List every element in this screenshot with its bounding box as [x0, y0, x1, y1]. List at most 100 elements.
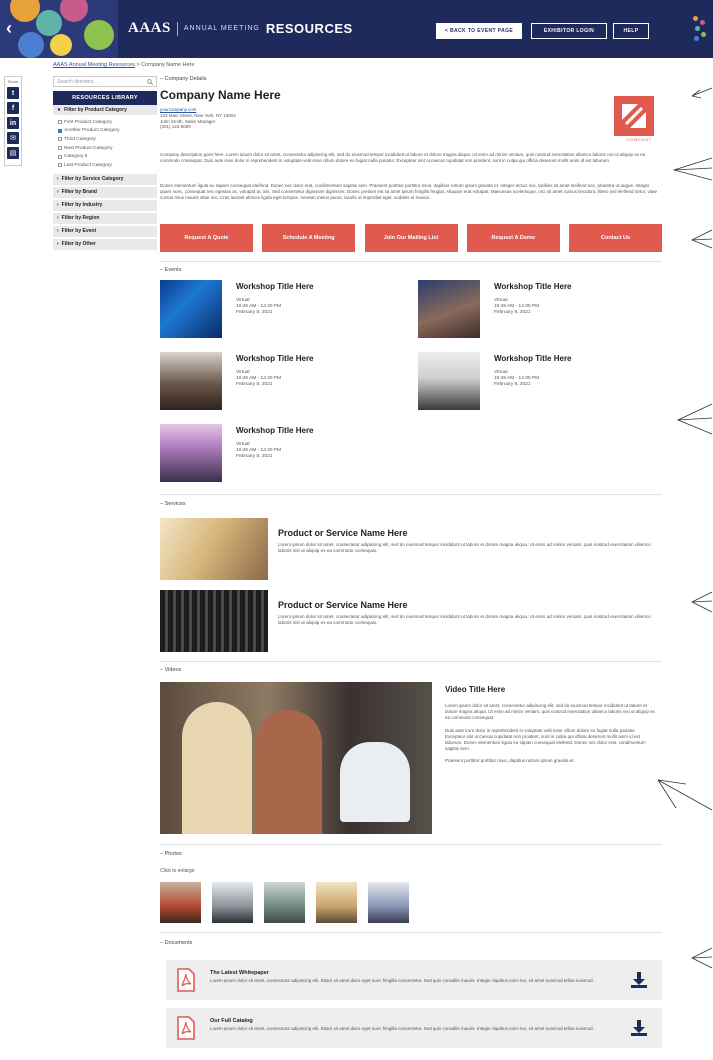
event-item[interactable]: Workshop Title Here Virtual 10:45 AM - 1…	[160, 424, 380, 486]
photos-section-title[interactable]: – Photos	[160, 851, 182, 857]
breadcrumb-link[interactable]: AAAS Annual Meeting Resources	[53, 62, 135, 68]
videos-section-title[interactable]: – Videos	[160, 667, 181, 673]
document-title[interactable]: The Latest Whitepaper	[210, 970, 269, 976]
checkbox[interactable]	[58, 120, 62, 125]
filter-label: Filter by Industry	[61, 202, 103, 209]
email-icon[interactable]: ✉	[7, 132, 19, 144]
section-label-text: Videos	[164, 667, 182, 673]
join-mailing-list-button[interactable]: Join Our Mailing List	[364, 224, 458, 252]
linkedin-icon[interactable]: in	[7, 117, 19, 129]
checkbox[interactable]	[58, 137, 62, 142]
service-item[interactable]: Product or Service Name Here Lorem ipsum…	[160, 518, 662, 580]
filter-product-category[interactable]: ∨ Filter by Product Category	[53, 105, 157, 116]
event-item[interactable]: Workshop Title Here Virtual 10:45 AM - 1…	[160, 352, 380, 414]
header-dots	[693, 16, 707, 42]
download-icon[interactable]	[630, 971, 648, 989]
section-label-text: Documents	[164, 940, 193, 946]
schedule-meeting-button[interactable]: Schedule A Meeting	[262, 224, 356, 252]
chevron-right-icon: ›	[57, 228, 59, 235]
event-item[interactable]: Workshop Title Here Virtual 10:45 AM - 1…	[418, 280, 638, 342]
breadcrumb-current: Company Name Here	[141, 62, 195, 68]
event-meta: Virtual 10:45 AM - 12:30 PM February 8, …	[236, 442, 281, 461]
event-title[interactable]: Workshop Title Here	[236, 426, 314, 435]
video-title[interactable]: Video Title Here	[445, 685, 505, 694]
facebook-icon[interactable]: f	[7, 102, 19, 114]
event-meta: Virtual 10:45 AM - 12:30 PM February 8, …	[236, 298, 281, 317]
document-item[interactable]: Our Full Catalog Lorem ipsum dolor sit a…	[166, 1008, 662, 1048]
back-to-event-button[interactable]: < BACK TO EVENT PAGE	[436, 23, 522, 39]
category-item[interactable]: First Product Category	[53, 118, 157, 127]
category-item[interactable]: Third Category	[53, 135, 157, 144]
category-item[interactable]: Next Product Category	[53, 144, 157, 153]
brand[interactable]: AAAS ANNUAL MEETING RESOURCES	[128, 20, 353, 37]
filter-brand[interactable]: › Filter by Brand	[53, 184, 157, 198]
service-title[interactable]: Product or Service Name Here	[278, 528, 408, 538]
event-meta: Virtual 10:45 AM - 12:30 PM February 8, …	[494, 370, 539, 389]
event-image[interactable]	[160, 280, 222, 338]
service-image[interactable]	[160, 590, 268, 652]
documents-section-title[interactable]: – Documents	[160, 940, 192, 946]
event-image[interactable]	[160, 424, 222, 482]
download-icon[interactable]	[630, 1019, 648, 1037]
event-date: February 8, 2021	[494, 310, 531, 316]
photo-thumbnail[interactable]	[368, 882, 409, 923]
category-item[interactable]: Category 5	[53, 152, 157, 161]
resources-library-title: RESOURCES LIBRARY	[53, 91, 157, 105]
filter-event[interactable]: › Filter by Event	[53, 223, 157, 237]
category-item[interactable]: Last Product Category	[53, 161, 157, 170]
document-title[interactable]: Our Full Catalog	[210, 1018, 253, 1024]
event-image[interactable]	[418, 280, 480, 338]
events-section-title[interactable]: – Events	[160, 267, 181, 273]
category-item[interactable]: Another Product Category	[53, 127, 157, 136]
company-name: Company Name Here	[160, 88, 281, 102]
event-title[interactable]: Workshop Title Here	[236, 282, 314, 291]
filter-label: Filter by Service Category	[61, 176, 124, 183]
event-meta: Virtual 10:45 AM - 12:30 PM February 8, …	[494, 298, 539, 317]
search-icon[interactable]	[147, 78, 153, 85]
back-chevron-icon[interactable]: ‹	[6, 18, 12, 39]
document-item[interactable]: The Latest Whitepaper Lorem ipsum dolor …	[166, 960, 662, 1000]
photo-thumbnail[interactable]	[160, 882, 201, 923]
event-item[interactable]: Workshop Title Here Virtual 10:45 AM - 1…	[418, 352, 638, 414]
event-title[interactable]: Workshop Title Here	[236, 354, 314, 363]
request-demo-button[interactable]: Request A Demo	[466, 224, 560, 252]
event-title[interactable]: Workshop Title Here	[494, 354, 572, 363]
event-title[interactable]: Workshop Title Here	[494, 282, 572, 291]
company-section-title[interactable]: – Company Details	[160, 76, 662, 82]
filter-other[interactable]: › Filter by Other	[53, 236, 157, 250]
services-section-title[interactable]: – Services	[160, 501, 186, 507]
service-image[interactable]	[160, 518, 268, 580]
company-logo-text: COMPANY	[626, 137, 652, 142]
event-image[interactable]	[160, 352, 222, 410]
request-quote-button[interactable]: Request A Quote	[160, 224, 253, 252]
video-thumbnail[interactable]	[160, 682, 432, 834]
checkbox[interactable]	[58, 163, 62, 168]
chevron-right-icon: ›	[57, 176, 59, 183]
service-title[interactable]: Product or Service Name Here	[278, 600, 408, 610]
filter-region[interactable]: › Filter by Region	[53, 210, 157, 224]
document-description: Lorem ipsum dolor sit amet, consectetur …	[210, 978, 594, 983]
search-placeholder: Search directory...	[57, 78, 98, 85]
print-icon[interactable]: ▤	[7, 147, 19, 159]
photo-thumbnail[interactable]	[212, 882, 253, 923]
annotation-arrow-icon	[677, 403, 713, 435]
section-label-text: Photos	[164, 851, 182, 857]
search-input[interactable]: Search directory...	[53, 76, 157, 87]
event-image[interactable]	[418, 352, 480, 410]
event-item[interactable]: Workshop Title Here Virtual 10:45 AM - 1…	[160, 280, 380, 342]
brand-title: RESOURCES	[265, 21, 353, 36]
contact-us-button[interactable]: Contact Us	[569, 224, 662, 252]
filter-industry[interactable]: › Filter by Industry	[53, 197, 157, 211]
service-item[interactable]: Product or Service Name Here Lorem ipsum…	[160, 590, 662, 652]
help-button[interactable]: HELP	[613, 23, 649, 39]
chevron-right-icon: ›	[57, 202, 59, 209]
twitter-icon[interactable]: t	[7, 87, 19, 99]
checkbox[interactable]	[58, 146, 62, 151]
photo-thumbnail[interactable]	[264, 882, 305, 923]
exhibitor-login-button[interactable]: EXHIBITOR LOGIN	[531, 23, 607, 39]
document-description: Lorem ipsum dolor sit amet, consectetur …	[210, 1026, 594, 1031]
photo-thumbnail[interactable]	[316, 882, 357, 923]
filter-service-category[interactable]: › Filter by Service Category	[53, 171, 157, 185]
checkbox-checked[interactable]	[58, 128, 62, 133]
checkbox[interactable]	[58, 154, 62, 159]
